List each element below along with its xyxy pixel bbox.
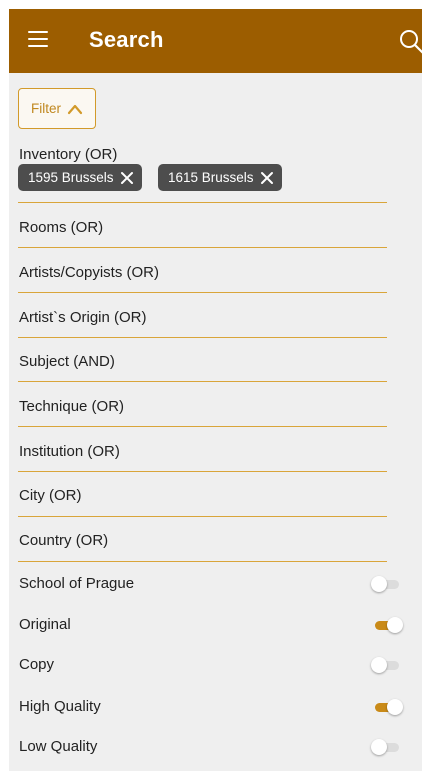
section-label: Artist`s Origin (OR) <box>19 308 147 326</box>
section-artists-copyists[interactable]: Artists/Copyists (OR) <box>9 250 387 294</box>
divider <box>18 202 387 204</box>
screen: Search Filter Inventory (OR) 1595 Brusse… <box>9 9 422 771</box>
section-label: Technique (OR) <box>19 397 125 415</box>
app-bar: Search <box>9 9 422 73</box>
close-icon[interactable] <box>120 171 134 185</box>
switch-knob <box>387 699 403 715</box>
chip-label: 1615 Brussels <box>168 170 254 185</box>
divider <box>18 426 387 428</box>
school-of-prague-switch[interactable] <box>371 574 405 594</box>
hamburger-menu-icon[interactable] <box>28 31 48 47</box>
high-quality-switch[interactable] <box>371 697 405 717</box>
switch-knob <box>371 739 387 755</box>
section-subject[interactable]: Subject (AND) <box>9 339 387 383</box>
section-label: Institution (OR) <box>19 442 120 460</box>
chip-inventory[interactable]: 1615 Brussels <box>158 164 282 191</box>
section-label: Country (OR) <box>19 531 109 549</box>
divider <box>18 381 387 383</box>
close-icon[interactable] <box>260 171 274 185</box>
search-icon[interactable] <box>397 27 422 55</box>
divider <box>18 561 387 563</box>
section-technique[interactable]: Technique (OR) <box>9 384 387 428</box>
section-rooms[interactable]: Rooms (OR) <box>9 205 387 249</box>
section-institution[interactable]: Institution (OR) <box>9 429 387 473</box>
copy-switch[interactable] <box>371 655 405 675</box>
inventory-label: Inventory (OR) <box>19 146 118 163</box>
toggle-label: Low Quality <box>19 738 98 755</box>
toggle-label: High Quality <box>19 698 101 715</box>
filter-button[interactable]: Filter <box>18 88 96 129</box>
chevron-up-icon <box>67 104 83 114</box>
toggle-row-copy: Copy <box>9 645 422 685</box>
chip-label: 1595 Brussels <box>28 170 114 185</box>
section-label: Artists/Copyists (OR) <box>19 263 160 281</box>
toggle-row-low-quality: Low Quality <box>9 727 422 767</box>
section-label: City (OR) <box>19 486 82 504</box>
section-country[interactable]: Country (OR) <box>9 518 387 562</box>
filter-button-label: Filter <box>31 101 61 116</box>
divider <box>18 247 387 249</box>
switch-knob <box>371 576 387 592</box>
toggle-label: Copy <box>19 656 55 673</box>
section-city[interactable]: City (OR) <box>9 473 387 517</box>
section-label: Subject (AND) <box>19 352 115 370</box>
section-artists-origin[interactable]: Artist`s Origin (OR) <box>9 295 387 339</box>
divider <box>18 292 387 294</box>
toggle-label: School of Prague <box>19 575 135 592</box>
switch-knob <box>371 657 387 673</box>
section-label: Rooms (OR) <box>19 218 104 236</box>
toggle-label: Original <box>19 616 71 633</box>
toggle-row-high-quality: High Quality <box>9 687 422 727</box>
toggle-row-original: Original <box>9 605 422 645</box>
original-switch[interactable] <box>371 615 405 635</box>
toggle-row-school-of-prague: School of Prague <box>9 564 422 604</box>
switch-knob <box>387 617 403 633</box>
low-quality-switch[interactable] <box>371 737 405 757</box>
chip-inventory[interactable]: 1595 Brussels <box>18 164 142 191</box>
page-title: Search <box>89 27 164 52</box>
